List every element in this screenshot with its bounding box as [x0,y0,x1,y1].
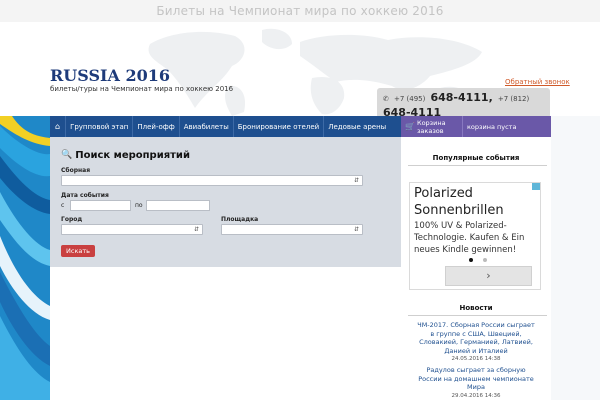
cart-bar[interactable]: 🛒 Корзина заказов корзина пуста [401,116,551,137]
venue-select[interactable]: ⇵ [221,224,363,235]
news-date: 29.04.2016 14:36 [451,392,501,399]
nav-item-group-stage[interactable]: Групповой этап [66,116,134,137]
logo-year: 2016 [125,66,171,85]
ad-banner[interactable]: Polarized Sonnenbrillen 100% UV & Polari… [409,182,541,290]
news-item: ЧМ-2017. Сборная России сыграет в группе… [416,321,536,363]
chevron-updown-icon: ⇵ [353,226,359,233]
cart-status: корзина пуста [467,122,517,131]
main-nav: ⌂ Групповой этап Плей-офф Авиабилеты Бро… [50,116,401,137]
ad-next-button[interactable]: › [445,266,532,286]
chevron-updown-icon: ⇵ [193,226,199,233]
city-label: Город [61,216,83,223]
ad-title-line1: Polarized [414,186,473,201]
ad-title: Polarized Sonnenbrillen [414,185,504,219]
team-label: Сборная [61,167,91,174]
callback-link[interactable]: Обратный звонок [505,78,570,86]
logo-subtitle: билеты/туры на Чемпионат мира по хоккею … [50,85,234,93]
ad-body: 100% UV & Polarized-Technologie. Kaufen … [414,221,525,255]
main-content: 🔍 Поиск мероприятий Сборная ⇵ Дата событ… [50,137,401,400]
carousel-dot[interactable] [483,258,487,262]
phone1-code: +7 (495) [393,95,426,103]
phone-icon: ✆ [383,95,389,103]
news-link[interactable]: Радулов сыграет за сборную России на дом… [416,366,536,392]
nav-item-arenas[interactable]: Ледовые арены [324,116,390,137]
home-icon[interactable]: ⌂ [50,116,67,137]
cart-icon: 🛒 [405,121,415,131]
ad-choices-icon[interactable] [532,183,540,190]
divider [408,165,547,166]
date-to-label: по [135,202,143,209]
logo-word: Russia [50,66,120,85]
cart-button[interactable]: 🛒 Корзина заказов [401,116,463,137]
divider [408,315,547,316]
city-select[interactable]: ⇵ [61,224,203,235]
search-button[interactable]: Искать [61,245,95,257]
chevron-updown-icon: ⇵ [353,177,359,184]
carousel-dot-active[interactable] [469,258,473,262]
top-banner: Билеты на Чемпионат мира по хоккею 2016 [0,0,600,22]
date-label: Дата события [61,192,109,199]
date-from-label: с [61,202,65,209]
search-title: 🔍 Поиск мероприятий [61,148,391,162]
event-search-panel: 🔍 Поиск мероприятий Сборная ⇵ Дата событ… [50,137,401,267]
venue-label: Площадка [221,216,259,223]
phone2-number[interactable]: 648-4111 [383,106,441,117]
phone1-number[interactable]: 648-4111 [430,91,488,104]
right-margin [551,116,600,400]
site-header: Russia 2016 билеты/туры на Чемпионат мир… [0,22,600,116]
date-from-input[interactable] [70,200,131,211]
phone2-code: +7 (812) [497,95,530,103]
cart-label: Корзина заказов [416,118,446,135]
news-date: 24.05.2016 14:38 [451,356,501,362]
search-icon: 🔍 [61,150,73,160]
news-link[interactable]: ЧМ-2017. Сборная России сыграет в группе… [416,321,536,355]
decorative-swoosh-left [0,116,50,400]
sidebar: Популярные события Polarized Sonnenbrill… [401,137,551,400]
nav-item-hotels[interactable]: Бронирование отелей [234,116,325,137]
news-item: Радулов сыграет за сборную России на дом… [416,366,536,400]
site-logo[interactable]: Russia 2016 билеты/туры на Чемпионат мир… [50,67,233,94]
news-title: Новости [459,304,493,312]
page-top-title: Билеты на Чемпионат мира по хоккею 2016 [156,4,444,18]
phone-box: ✆ +7 (495) 648-4111, +7 (812) 648-4111 [377,88,550,116]
search-title-text: Поиск мероприятий [75,149,190,161]
date-to-input[interactable] [146,200,210,211]
nav-item-flights[interactable]: Авиабилеты [180,116,234,137]
ad-title-line2: Sonnenbrillen [414,203,504,218]
team-select[interactable]: ⇵ [61,175,363,186]
nav-item-playoff[interactable]: Плей-офф [133,116,180,137]
popular-events-title: Популярные события [432,154,520,162]
